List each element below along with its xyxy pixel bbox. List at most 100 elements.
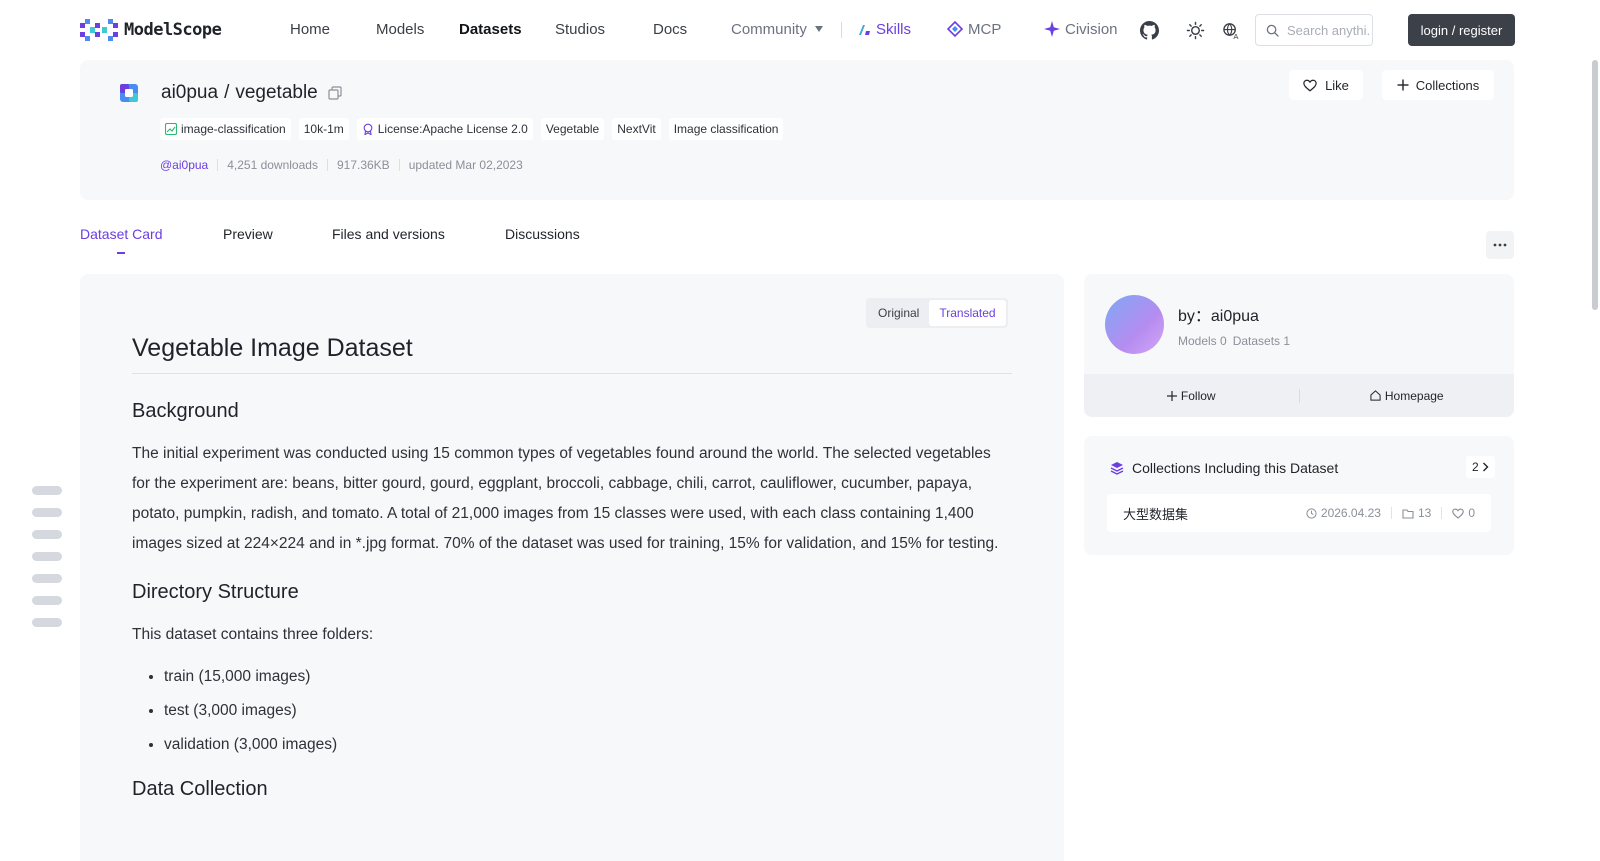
meta-divider [398, 159, 400, 171]
folder-list: train (15,000 images) test (3,000 images… [164, 660, 1012, 762]
copy-icon[interactable] [328, 86, 342, 100]
page-scrollbar[interactable] [1589, 0, 1600, 861]
collection-item[interactable]: 大型数据集 2026.04.23 13 0 [1107, 494, 1491, 532]
meta-divider [217, 159, 219, 171]
list-item: train (15,000 images) [164, 660, 1012, 694]
author-models-count: Models 0 [1178, 334, 1227, 348]
dataset-meta: @ai0pua 4,251 downloads 917.36KB updated… [160, 158, 523, 172]
scrollbar-thumb[interactable] [1592, 60, 1598, 310]
more-icon [1493, 243, 1507, 247]
tag-size[interactable]: 10k-1m [298, 118, 349, 140]
page-outline [32, 486, 62, 640]
outline-item[interactable] [32, 596, 62, 605]
readme-title: Vegetable Image Dataset [132, 334, 1012, 374]
tag-license[interactable]: License:Apache License 2.0 [356, 118, 533, 140]
add-collection-button[interactable]: Collections [1382, 70, 1494, 100]
outline-item[interactable] [32, 574, 62, 583]
owner-link[interactable]: @ai0pua [160, 158, 208, 172]
tab-preview[interactable]: Preview [223, 226, 273, 242]
search-field[interactable] [1255, 14, 1373, 46]
stat-divider [1390, 507, 1392, 519]
more-options-button[interactable] [1486, 231, 1514, 259]
tag-vegetable[interactable]: Vegetable [540, 118, 605, 140]
nav-skills-label: Skills [876, 21, 912, 38]
outline-item[interactable] [32, 552, 62, 561]
search-input[interactable] [1287, 22, 1369, 38]
collections-count-button[interactable]: 2 [1466, 456, 1495, 478]
dataset-card-content: Original Translated Vegetable Image Data… [80, 274, 1064, 861]
language-icon[interactable]: A [1220, 19, 1242, 41]
logo-text: ModelScope [124, 20, 222, 40]
login-register-button[interactable]: login / register [1408, 14, 1515, 46]
collection-likes-value: 0 [1468, 506, 1475, 520]
nav-divider [841, 22, 842, 38]
dataset-owner[interactable]: ai0pua [161, 82, 218, 104]
author-stats: Models 0 Datasets 1 [1178, 334, 1290, 348]
tag-nextvit[interactable]: NextVit [612, 118, 661, 140]
collections-label: Collections [1415, 77, 1480, 93]
modelscope-logo[interactable]: ModelScope [80, 18, 222, 42]
outline-item[interactable] [32, 508, 62, 517]
search-icon [1266, 24, 1279, 37]
layers-icon [1110, 462, 1124, 475]
background-paragraph: The initial experiment was conducted usi… [132, 445, 999, 552]
collections-heading: Collections Including this Dataset [1110, 460, 1338, 476]
follow-button[interactable]: Follow [1084, 389, 1299, 403]
theme-icon[interactable] [1184, 19, 1206, 41]
nav-skills[interactable]: Skills [857, 20, 911, 40]
stat-divider [1441, 507, 1443, 519]
nav-home[interactable]: Home [290, 20, 330, 40]
tab-discussions[interactable]: Discussions [505, 226, 580, 242]
plus-icon [1166, 390, 1177, 401]
collection-items-value: 13 [1417, 506, 1432, 520]
tab-files-and-versions[interactable]: Files and versions [332, 226, 445, 242]
dataset-name: vegetable [235, 82, 318, 103]
chevron-right-icon [1482, 462, 1489, 472]
tag-task-label: image-classification [181, 122, 286, 136]
meta-divider [326, 159, 328, 171]
nav-docs[interactable]: Docs [653, 20, 687, 40]
tag-image-classification[interactable]: Image classification [668, 118, 784, 140]
author-datasets-count: Datasets 1 [1232, 334, 1291, 348]
author-actions: Follow Homepage [1084, 374, 1514, 417]
tag-list: image-classification 10k-1m License:Apac… [160, 118, 784, 140]
like-label: Like [1325, 77, 1349, 93]
clock-icon [1306, 507, 1317, 519]
outline-item[interactable] [32, 530, 62, 539]
nav-mcp[interactable]: MCP [947, 20, 1001, 40]
skills-icon [859, 25, 870, 35]
image-classification-icon [165, 123, 177, 135]
homepage-button[interactable]: Homepage [1300, 389, 1515, 403]
github-icon[interactable] [1138, 19, 1160, 41]
collection-date-value: 2026.04.23 [1320, 506, 1381, 520]
collection-name: 大型数据集 [1123, 506, 1189, 522]
nav-models[interactable]: Models [376, 20, 424, 40]
dataset-header: ai0pua / vegetable Like Collections imag… [80, 60, 1514, 200]
top-navigation: ModelScope Home Models Datasets Studios … [0, 0, 1600, 60]
updated-date: updated Mar 02,2023 [408, 158, 523, 172]
heart-icon [1452, 507, 1465, 519]
avatar[interactable] [1105, 295, 1164, 354]
outline-item[interactable] [32, 486, 62, 495]
outline-item[interactable] [32, 618, 62, 627]
nav-datasets[interactable]: Datasets [459, 20, 522, 40]
heading-data-collection: Data Collection [132, 778, 268, 800]
collection-items: 13 [1402, 506, 1431, 520]
collections-heading-label: Collections Including this Dataset [1132, 460, 1339, 476]
tab-dataset-card[interactable]: Dataset Card [80, 226, 162, 242]
like-button[interactable]: Like [1289, 70, 1363, 100]
author-name[interactable]: by：ai0pua [1178, 302, 1259, 326]
nav-civision[interactable]: Civision [1044, 20, 1118, 40]
plus-icon [1397, 79, 1409, 91]
modelscope-logo-icon [80, 19, 118, 41]
toggle-original[interactable]: Original [868, 300, 929, 326]
dataset-icon [120, 84, 138, 102]
list-item: validation (3,000 images) [164, 728, 1012, 762]
tag-task[interactable]: image-classification [160, 118, 291, 140]
nav-community[interactable]: Community [731, 20, 823, 40]
follow-label: Follow [1180, 388, 1216, 403]
nav-mcp-label: MCP [968, 21, 1002, 38]
toggle-translated[interactable]: Translated [929, 300, 1006, 326]
nav-studios[interactable]: Studios [555, 20, 605, 40]
nav-community-label: Community [731, 21, 807, 38]
